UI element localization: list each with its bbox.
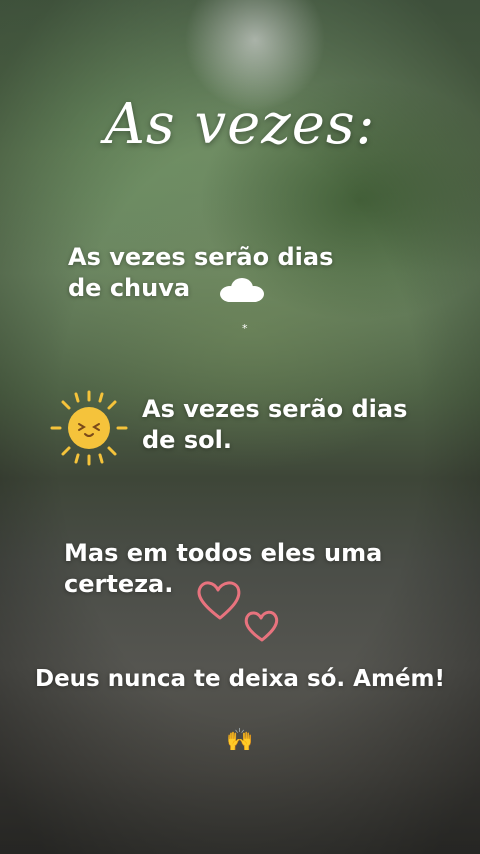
- praise-hands-icon: 🙌: [226, 728, 254, 753]
- svg-text:*: *: [242, 322, 248, 335]
- sun-line: As vezes serão dias de sol.: [142, 395, 408, 454]
- closing-line: Deus nunca te deixa só. Amém!: [34, 666, 445, 692]
- cloud-icon: * *: [216, 276, 268, 336]
- hearts-icon: [194, 574, 290, 646]
- title: As vezes:: [104, 92, 376, 157]
- sun-icon: [50, 390, 128, 466]
